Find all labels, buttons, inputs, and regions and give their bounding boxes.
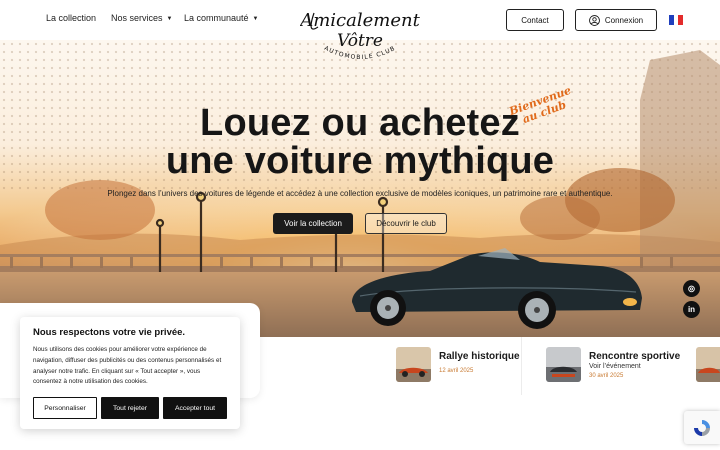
event-divider (521, 337, 522, 395)
hero-subtitle: Plongez dans l’univers des voitures de l… (107, 189, 613, 198)
caret-down-icon: ▼ (252, 16, 259, 22)
event-title: Rallye historique (439, 351, 520, 362)
event-link[interactable]: Voir l’événement (589, 363, 641, 370)
discover-club-button[interactable]: Découvrir le club (365, 213, 447, 234)
reject-all-button[interactable]: Tout rejeter (101, 397, 159, 419)
accept-all-button[interactable]: Accepter tout (163, 397, 227, 419)
user-icon (589, 14, 600, 26)
cookie-title: Nous respectons votre vie privée. (33, 327, 186, 338)
event-thumbnail (396, 347, 431, 382)
linkedin-icon[interactable]: in (683, 301, 700, 318)
event-date: 30 avril 2025 (589, 373, 624, 379)
caret-down-icon: ▼ (166, 16, 173, 22)
event-thumbnail (546, 347, 581, 382)
event-card[interactable]: Rallye historique 12 avril 2025 (396, 337, 520, 397)
hero-title-line2: une voiture mythique (165, 140, 555, 182)
nav-link-collection[interactable]: La collection (46, 13, 96, 23)
event-thumbnail[interactable] (696, 347, 720, 382)
logo-line2: Vôtre (337, 31, 383, 51)
customize-cookies-button[interactable]: Personnaliser (33, 397, 97, 419)
event-card[interactable]: Rencontre sportive Voir l’événement 30 a… (546, 337, 680, 397)
contact-button[interactable]: Contact (506, 9, 564, 31)
login-button[interactable]: Connexion (575, 9, 657, 31)
instagram-icon[interactable]: ◎ (683, 280, 700, 297)
view-collection-button[interactable]: Voir la collection (273, 213, 353, 234)
cookie-description: Nous utilisons des cookies pour améliore… (33, 346, 222, 386)
nav-link-community[interactable]: La communauté ▼ (184, 13, 259, 23)
event-date: 12 avril 2025 (439, 368, 474, 374)
site-logo[interactable]: Amicalement Vôtre AUTOMOBILE CLUB (300, 3, 420, 63)
recaptcha-badge[interactable] (684, 411, 720, 444)
france-flag-icon[interactable] (669, 15, 684, 25)
recaptcha-icon (694, 419, 710, 436)
logo-line1: Amicalement (300, 10, 420, 31)
cookie-consent-dialog: Nous respectons votre vie privée. Nous u… (20, 317, 240, 429)
event-title: Rencontre sportive (589, 351, 681, 362)
nav-link-services[interactable]: Nos services ▼ (111, 13, 172, 23)
hero-title-line1: Louez ou achetez (200, 102, 520, 144)
hero-section: Louez ou achetez une voiture mythique Bi… (0, 40, 720, 337)
